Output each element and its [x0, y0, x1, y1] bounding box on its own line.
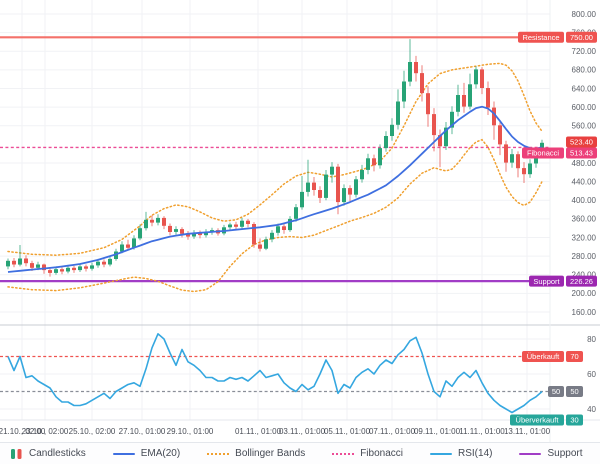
svg-text:360.00: 360.00 — [572, 215, 597, 224]
support-line-icon — [519, 453, 541, 455]
svg-text:70: 70 — [570, 352, 578, 361]
last-price-tag: 523.40 — [566, 137, 597, 148]
svg-text:09.11., 01:00: 09.11., 01:00 — [414, 427, 461, 436]
time-axis[interactable]: 21.10., 02:0023.10., 02:0025.10., 02:002… — [0, 427, 551, 436]
svg-text:280.00: 280.00 — [572, 252, 597, 261]
chart-legend: Candlesticks EMA(20) Bollinger Bands Fib… — [0, 442, 600, 464]
legend-label: Candlesticks — [29, 448, 86, 459]
svg-text:27.10., 01:00: 27.10., 01:00 — [119, 427, 166, 436]
svg-text:Überverkauft: Überverkauft — [516, 416, 560, 425]
fibonacci-tag: Fibonacci 513.43 — [522, 148, 597, 159]
svg-text:30: 30 — [570, 416, 578, 425]
svg-text:480.00: 480.00 — [572, 159, 597, 168]
svg-text:50: 50 — [552, 387, 560, 396]
svg-text:Fibonacci: Fibonacci — [527, 149, 559, 158]
fibonacci-line-icon — [332, 453, 354, 455]
svg-text:680.00: 680.00 — [572, 66, 597, 75]
svg-text:60: 60 — [587, 370, 596, 379]
bollinger-lower-band — [8, 140, 542, 292]
svg-text:226.26: 226.26 — [570, 277, 593, 286]
legend-item-rsi[interactable]: RSI(14) — [430, 448, 492, 459]
svg-text:523.40: 523.40 — [570, 138, 593, 147]
chart-svg[interactable]: 800.00760.00720.00680.00640.00600.00560.… — [0, 0, 600, 442]
svg-text:513.43: 513.43 — [570, 149, 593, 158]
legend-item-bollinger[interactable]: Bollinger Bands — [207, 448, 305, 459]
rsi-line — [8, 334, 542, 413]
ema-line — [8, 107, 542, 272]
chart-canvas[interactable]: 800.00760.00720.00680.00640.00600.00560.… — [0, 0, 600, 442]
svg-text:23.10., 02:00: 23.10., 02:00 — [22, 427, 69, 436]
legend-item-candlesticks[interactable]: Candlesticks — [10, 448, 86, 460]
svg-text:80: 80 — [587, 335, 596, 344]
svg-text:11.11., 01:00: 11.11., 01:00 — [459, 427, 505, 436]
legend-item-support[interactable]: Support — [519, 448, 582, 459]
resistance-tag: Resistance 750.00 — [518, 32, 597, 43]
svg-text:01.11., 01:00: 01.11., 01:00 — [235, 427, 282, 436]
svg-text:40: 40 — [587, 405, 596, 414]
svg-text:25.10., 02:00: 25.10., 02:00 — [69, 427, 116, 436]
svg-text:Überkauft: Überkauft — [527, 352, 560, 361]
legend-label: RSI(14) — [458, 448, 492, 459]
svg-text:720.00: 720.00 — [572, 47, 597, 56]
trading-chart: 800.00760.00720.00680.00640.00600.00560.… — [0, 0, 600, 465]
legend-label: EMA(20) — [141, 448, 180, 459]
svg-text:03.11., 01:00: 03.11., 01:00 — [279, 427, 326, 436]
svg-text:13.11., 01:00: 13.11., 01:00 — [504, 427, 551, 436]
legend-label: Support — [547, 448, 582, 459]
rsi-oversold-tag: Überverkauft 30 — [510, 415, 583, 426]
svg-text:440.00: 440.00 — [572, 177, 597, 186]
svg-text:600.00: 600.00 — [572, 103, 597, 112]
bollinger-line-icon — [207, 453, 229, 455]
candles-group — [6, 39, 544, 277]
svg-text:400.00: 400.00 — [572, 196, 597, 205]
legend-item-ema[interactable]: EMA(20) — [113, 448, 180, 459]
svg-text:200.00: 200.00 — [572, 289, 597, 298]
svg-text:50: 50 — [570, 387, 578, 396]
bollinger-upper-band — [8, 63, 542, 255]
svg-text:160.00: 160.00 — [572, 308, 597, 317]
svg-text:Resistance: Resistance — [522, 33, 559, 42]
svg-text:750.00: 750.00 — [570, 33, 593, 42]
svg-text:560.00: 560.00 — [572, 122, 597, 131]
ema-line-icon — [113, 453, 135, 455]
svg-text:320.00: 320.00 — [572, 233, 597, 242]
svg-text:Support: Support — [533, 277, 560, 286]
svg-text:640.00: 640.00 — [572, 84, 597, 93]
svg-text:05.11., 01:00: 05.11., 01:00 — [324, 427, 371, 436]
legend-item-fibonacci[interactable]: Fibonacci — [332, 448, 403, 459]
rsi-line-icon — [430, 453, 452, 455]
rsi-mid-tag: 50 50 — [548, 386, 583, 397]
svg-text:800.00: 800.00 — [572, 10, 597, 19]
legend-label: Fibonacci — [360, 448, 403, 459]
candlesticks-icon — [10, 448, 23, 460]
legend-label: Bollinger Bands — [235, 448, 305, 459]
support-tag: Support 226.26 — [529, 276, 597, 287]
svg-text:07.11., 01:00: 07.11., 01:00 — [369, 427, 416, 436]
svg-text:29.10., 01:00: 29.10., 01:00 — [167, 427, 214, 436]
rsi-overbought-tag: Überkauft 70 — [522, 351, 583, 362]
